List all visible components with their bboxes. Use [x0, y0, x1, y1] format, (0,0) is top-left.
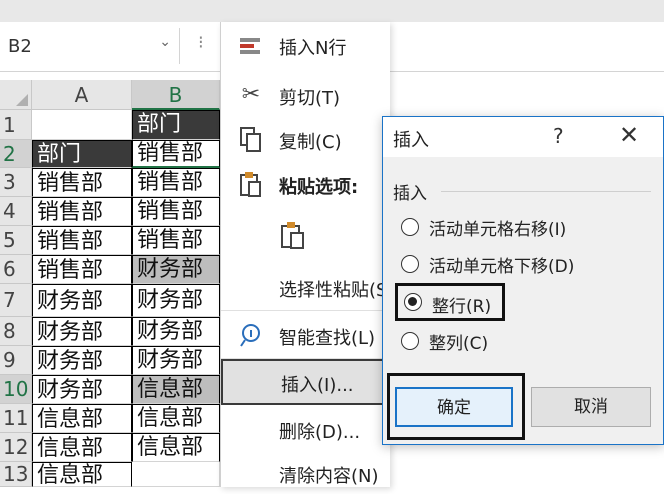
column-header-a[interactable]: A	[32, 80, 132, 110]
menu-item-cut[interactable]: ✂ 剪切(T)	[221, 76, 391, 116]
row-header[interactable]: 3	[0, 168, 32, 197]
radio-label: 整列(C)	[429, 334, 489, 354]
help-icon[interactable]: ?	[553, 124, 564, 148]
menu-item-insert[interactable]: 插入(I)...	[221, 359, 391, 405]
radio-circle	[401, 255, 419, 273]
menu-separator	[221, 310, 391, 311]
row-header[interactable]: 6	[0, 255, 32, 284]
cell-a[interactable]: 销售部	[32, 226, 132, 255]
row-header[interactable]: 1	[0, 110, 32, 140]
top-strip	[0, 0, 664, 22]
menu-item-paste-options: 粘贴选项:	[221, 165, 391, 205]
cell-a[interactable]	[32, 110, 132, 140]
cell-a[interactable]: 财务部	[32, 375, 132, 404]
cell-b[interactable]: 销售部	[132, 197, 220, 226]
row-header[interactable]: 10	[0, 375, 32, 404]
cell-b[interactable]: 销售部	[132, 226, 220, 255]
cell-a[interactable]: 销售部	[32, 255, 132, 284]
cell-b[interactable]: 财务部	[132, 255, 220, 284]
row-header[interactable]: 9	[0, 346, 32, 375]
menu-label: 剪切(T)	[279, 88, 341, 109]
cell-b[interactable]: 财务部	[132, 346, 220, 375]
dialog-titlebar: 插入 ? ✕	[383, 117, 663, 157]
cell-b[interactable]: 部门	[132, 110, 220, 140]
group-label: 插入	[393, 184, 427, 204]
radio-circle	[401, 218, 419, 236]
smart-lookup-icon	[237, 322, 265, 350]
cell-b[interactable]: 销售部	[132, 140, 220, 168]
paste-icon	[279, 221, 307, 249]
menu-label: 复制(C)	[279, 132, 342, 153]
cell-b[interactable]: 销售部	[132, 168, 220, 197]
menu-item-insert-rows[interactable]: 插入N行	[221, 26, 391, 66]
row-header[interactable]: 11	[0, 404, 32, 433]
radio-label: 活动单元格右移(I)	[429, 220, 567, 240]
select-all-corner[interactable]	[0, 80, 32, 110]
cell-b[interactable]: 信息部	[132, 404, 220, 433]
column-header-b[interactable]: B	[132, 80, 220, 110]
cell-a[interactable]: 部门	[32, 140, 132, 168]
group-divider	[441, 191, 651, 192]
menu-label: 清除内容(N)	[279, 466, 379, 487]
menu-label: 删除(D)...	[279, 422, 361, 443]
paste-button[interactable]	[221, 215, 391, 259]
radio-label: 活动单元格下移(D)	[429, 257, 575, 277]
insert-rows-icon	[237, 32, 265, 60]
radio-circle	[401, 332, 419, 350]
row-header[interactable]: 7	[0, 284, 32, 317]
cell-b[interactable]: 信息部	[132, 433, 220, 462]
radio-label: 整行(R)	[432, 297, 492, 317]
radio-circle-selected	[404, 293, 422, 311]
cell-b[interactable]: 信息部	[132, 375, 220, 404]
row-header[interactable]: 8	[0, 317, 32, 346]
row-header[interactable]: 5	[0, 226, 32, 255]
cell-a[interactable]: 财务部	[32, 284, 132, 317]
menu-item-copy[interactable]: 复制(C)	[221, 120, 391, 160]
scissors-icon: ✂	[241, 82, 261, 107]
cancel-button[interactable]: 取消	[531, 387, 651, 427]
menu-item-clear[interactable]: 清除内容(N)	[221, 454, 391, 494]
copy-icon	[237, 126, 265, 154]
clipboard-icon	[237, 171, 265, 199]
name-box[interactable]: B2 ⌄	[0, 28, 180, 64]
cell-a[interactable]: 信息部	[32, 462, 132, 487]
row-header[interactable]: 13	[0, 462, 32, 487]
cell-b[interactable]	[132, 462, 220, 487]
cell-a[interactable]: 销售部	[32, 197, 132, 226]
row-header[interactable]: 4	[0, 197, 32, 226]
cell-a[interactable]: 销售部	[32, 168, 132, 197]
cell-a[interactable]: 信息部	[32, 433, 132, 462]
row-header[interactable]: 2	[0, 140, 32, 168]
radio-entire-row[interactable]: 整行(R)	[395, 283, 505, 321]
chevron-down-icon[interactable]: ⌄	[159, 34, 171, 50]
menu-label: 选择性粘贴(S	[279, 280, 388, 301]
name-box-value: B2	[8, 36, 32, 57]
menu-item-delete[interactable]: 删除(D)...	[221, 410, 391, 450]
cell-b[interactable]: 财务部	[132, 284, 220, 317]
drag-handle-icon[interactable]: ⁝	[198, 32, 204, 53]
cell-a[interactable]: 信息部	[32, 404, 132, 433]
cell-a[interactable]: 财务部	[32, 317, 132, 346]
menu-label: 插入N行	[279, 38, 347, 59]
close-icon[interactable]: ✕	[619, 121, 639, 149]
dialog-title: 插入	[393, 130, 429, 151]
row-header[interactable]: 12	[0, 433, 32, 462]
context-menu: 插入N行 ✂ 剪切(T) 复制(C) 粘贴选项: 选择性粘贴(S 智能查找(L)…	[220, 22, 391, 487]
menu-label: 插入(I)...	[281, 375, 354, 396]
menu-item-paste-special[interactable]: 选择性粘贴(S	[221, 268, 391, 308]
cell-b[interactable]: 财务部	[132, 317, 220, 346]
cell-a[interactable]: 财务部	[32, 346, 132, 375]
menu-label: 智能查找(L)	[279, 328, 376, 349]
menu-item-smart-lookup[interactable]: 智能查找(L)	[221, 316, 391, 356]
menu-label: 粘贴选项:	[279, 177, 359, 198]
ok-button[interactable]: 确定	[395, 387, 513, 427]
insert-dialog: 插入 ? ✕ 插入 活动单元格右移(I) 活动单元格下移(D) 整行(R) 整列…	[382, 116, 664, 445]
